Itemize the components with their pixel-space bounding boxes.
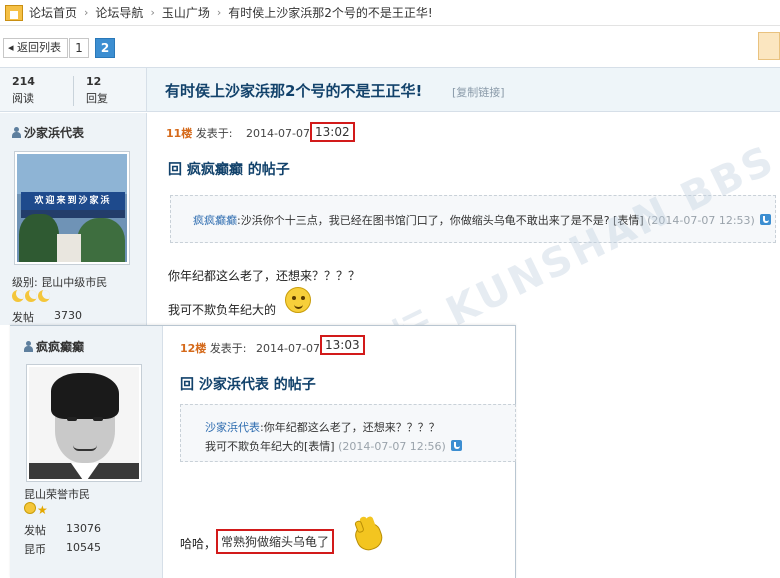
posted-label: 发表于: [209, 342, 247, 355]
post-12-panel: 疯疯癫癫 昆山荣誉市民 ★ 发帖 13076 昆币 10545 12楼 发表于:… [10, 325, 516, 578]
post-12-line-highlight: 常熟狗做缩头乌龟了 [216, 529, 335, 554]
post-11-reply-title: 回 疯疯癫癫 的帖子 [168, 162, 290, 178]
star-level-icon: ★ [37, 503, 48, 517]
avatar-sign-text: 欢迎来到沙家浜 [21, 192, 125, 210]
moon-icon [38, 290, 50, 302]
moon-icon [12, 290, 24, 302]
smile-level-icon [24, 502, 36, 514]
thread-title-bar: 有时侯上沙家浜那2个号的不是王正华! [复制链接] [147, 68, 780, 112]
quote-time: (2014-07-07 12:56) [338, 440, 446, 453]
post-11-floor: 11楼 [166, 127, 193, 140]
post-12-rank: 昆山荣誉市民 [24, 488, 90, 501]
reads-count: 214 [12, 75, 35, 88]
jump-to-quote-icon[interactable] [451, 440, 463, 451]
stat-value: 13076 [66, 522, 101, 535]
pager-bar: ◂ 返回列表 1 2 [0, 26, 780, 68]
blushing-face-emoticon [285, 287, 311, 313]
reply-tab-button[interactable] [758, 32, 780, 60]
post-12-date: 2014-07-07 [256, 342, 320, 355]
post-12-reply-title: 回 沙家浜代表 的帖子 [180, 377, 316, 393]
waving-hand-emoticon [352, 520, 386, 554]
post-12-stat-posts: 发帖 13076 [24, 522, 101, 538]
post-12-content: 12楼 发表于: 2014-07-07 13:03 回 沙家浜代表 的帖子 沙家… [164, 326, 516, 578]
post-12-author-name[interactable]: 疯疯癫癫 [24, 338, 84, 355]
quote-user[interactable]: 沙家浜代表 [205, 421, 260, 434]
stat-label: 发帖 [12, 311, 34, 324]
moon-icon [25, 290, 37, 302]
quote-user[interactable]: 疯疯癫癫 [193, 214, 237, 227]
replies-label: 回复 [86, 92, 108, 105]
post-12-level-icons: ★ [24, 502, 48, 517]
thread-stats: 214 阅读 12 回复 [0, 68, 147, 112]
post-12-floor: 12楼 [180, 342, 207, 355]
breadcrumb-home[interactable]: 论坛首页 [29, 4, 77, 21]
post-12-stat-coins: 昆币 10545 [24, 541, 101, 557]
stat-label: 昆币 [24, 543, 46, 556]
stat-label: 发帖 [24, 524, 46, 537]
post-11-avatar[interactable]: 欢迎来到沙家浜 [14, 151, 130, 265]
stat-value: 10545 [66, 541, 101, 554]
posted-label: 发表于: [195, 127, 233, 140]
post-11-author-name[interactable]: 沙家浜代表 [12, 124, 84, 141]
post-11-stat-posts: 发帖 3730 [12, 309, 82, 325]
post-12-username[interactable]: 疯疯癫癫 [36, 340, 84, 354]
reads-label: 阅读 [12, 92, 34, 105]
breadcrumb-board[interactable]: 玉山广场 [162, 4, 210, 21]
post-11-line-2: 我可不欺负年纪大的 [168, 303, 277, 317]
stat-value: 3730 [54, 309, 82, 322]
post-11-rank: 级别: 昆山中级市民 [12, 276, 108, 289]
post-11-username[interactable]: 沙家浜代表 [24, 126, 84, 140]
post-11-meta: 11楼 发表于: 2014-07-07 [166, 125, 310, 141]
post-11-date: 2014-07-07 [246, 127, 310, 140]
page-link-1[interactable]: 1 [69, 38, 89, 58]
jump-to-quote-icon[interactable] [760, 214, 772, 225]
stats-divider [73, 76, 74, 106]
post-12-avatar[interactable] [26, 364, 142, 482]
replies-count: 12 [86, 75, 102, 88]
post-12-author-panel: 疯疯癫癫 昆山荣誉市民 ★ 发帖 13076 昆币 10545 [10, 326, 163, 578]
back-to-list-button[interactable]: ◂ 返回列表 [3, 38, 69, 58]
user-icon [24, 341, 33, 352]
breadcrumb-separator: › [84, 6, 89, 19]
post-11-level-icons [12, 290, 50, 302]
breadcrumb-thread: 有时侯上沙家浜那2个号的不是王正华! [228, 6, 433, 20]
page-link-current[interactable]: 2 [95, 38, 115, 58]
quote-text: :你年纪都这么老了，还想来？？？？ [260, 421, 440, 434]
thread-title: 有时侯上沙家浜那2个号的不是王正华! [165, 82, 423, 100]
home-icon[interactable] [5, 4, 23, 21]
post-11-line-1: 你年纪都这么老了，还想来？？？？ [168, 269, 361, 283]
breadcrumb-forum-nav[interactable]: 论坛导航 [95, 4, 143, 21]
post-12-meta: 12楼 发表于: 2014-07-07 [180, 340, 320, 356]
quote-text-line-2: 我可不欺负年纪大的[表情] [205, 440, 335, 453]
breadcrumb-separator: › [150, 6, 155, 19]
breadcrumb-separator: › [216, 6, 222, 19]
post-11-author-panel: 沙家浜代表 欢迎来到沙家浜 级别: 昆山中级市民 发帖 3730 [0, 113, 147, 325]
user-icon [12, 127, 21, 138]
breadcrumb: 论坛首页 › 论坛导航 › 玉山广场 › 有时侯上沙家浜那2个号的不是王正华! [0, 0, 780, 26]
post-11-time-highlight: 13:02 [310, 122, 355, 142]
post-12-line-prefix: 哈哈， [180, 537, 217, 551]
copy-link-button[interactable]: [复制链接] [452, 84, 505, 100]
post-12-time-highlight: 13:03 [320, 335, 365, 355]
post-12-quote: 沙家浜代表:你年纪都这么老了，还想来？？？？ 我可不欺负年纪大的[表情] (20… [180, 404, 516, 462]
